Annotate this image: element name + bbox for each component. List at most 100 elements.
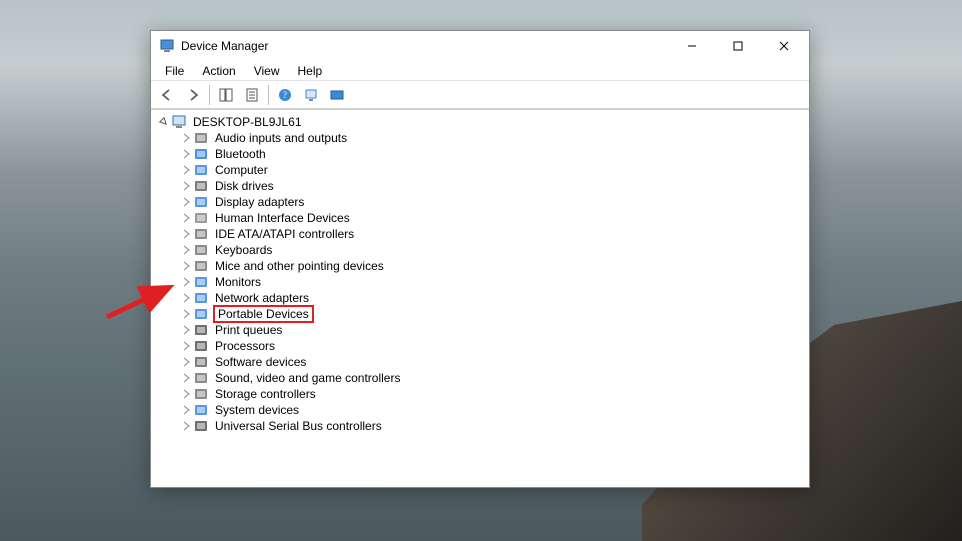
expand-icon[interactable]	[179, 195, 193, 209]
tree-item[interactable]: Processors	[175, 338, 809, 354]
tree-item[interactable]: Storage controllers	[175, 386, 809, 402]
device-category-label[interactable]: Network adapters	[213, 291, 311, 305]
device-category-icon	[193, 162, 209, 178]
device-category-icon	[193, 418, 209, 434]
tree-item[interactable]: Portable Devices	[175, 306, 809, 322]
device-category-icon	[193, 322, 209, 338]
tree-item[interactable]: Monitors	[175, 274, 809, 290]
device-category-label[interactable]: Keyboards	[213, 243, 274, 257]
device-category-label[interactable]: Bluetooth	[213, 147, 268, 161]
device-category-label[interactable]: Disk drives	[213, 179, 276, 193]
device-category-icon	[193, 290, 209, 306]
expand-icon[interactable]	[179, 355, 193, 369]
device-category-label[interactable]: Mice and other pointing devices	[213, 259, 386, 273]
device-category-label[interactable]: Processors	[213, 339, 277, 353]
expand-icon[interactable]	[179, 323, 193, 337]
titlebar: Device Manager	[151, 31, 809, 61]
tree-item[interactable]: IDE ATA/ATAPI controllers	[175, 226, 809, 242]
tree-item[interactable]: Universal Serial Bus controllers	[175, 418, 809, 434]
device-category-icon	[193, 130, 209, 146]
device-tree[interactable]: DESKTOP-BL9JL61 Audio inputs and outputs…	[151, 109, 809, 487]
expand-icon[interactable]	[179, 339, 193, 353]
expand-icon[interactable]	[179, 419, 193, 433]
computer-icon	[171, 114, 187, 130]
device-category-icon	[193, 242, 209, 258]
device-category-label[interactable]: Storage controllers	[213, 387, 318, 401]
device-category-label[interactable]: Monitors	[213, 275, 263, 289]
scan-hardware-button[interactable]	[299, 84, 323, 106]
expand-icon[interactable]	[179, 243, 193, 257]
device-category-label[interactable]: Human Interface Devices	[213, 211, 352, 225]
menu-file[interactable]: File	[157, 62, 192, 80]
expand-icon[interactable]	[179, 163, 193, 177]
toolbar-separator	[209, 85, 210, 105]
expand-icon[interactable]	[179, 211, 193, 225]
help-button[interactable]: ?	[273, 84, 297, 106]
tree-item[interactable]: Network adapters	[175, 290, 809, 306]
device-category-label[interactable]: Universal Serial Bus controllers	[213, 419, 384, 433]
device-category-label[interactable]: IDE ATA/ATAPI controllers	[213, 227, 356, 241]
expand-icon[interactable]	[179, 275, 193, 289]
expand-icon[interactable]	[179, 387, 193, 401]
app-icon	[159, 38, 175, 54]
expand-icon[interactable]	[179, 131, 193, 145]
device-category-icon	[193, 146, 209, 162]
tree-item[interactable]: Print queues	[175, 322, 809, 338]
device-category-label[interactable]: Audio inputs and outputs	[213, 131, 349, 145]
tree-item[interactable]: Keyboards	[175, 242, 809, 258]
device-category-label[interactable]: Sound, video and game controllers	[213, 371, 402, 385]
root-label[interactable]: DESKTOP-BL9JL61	[191, 115, 304, 129]
expand-icon[interactable]	[179, 227, 193, 241]
device-category-label[interactable]: Portable Devices	[213, 305, 314, 323]
tree-item[interactable]: Sound, video and game controllers	[175, 370, 809, 386]
tree-item[interactable]: Mice and other pointing devices	[175, 258, 809, 274]
menu-action[interactable]: Action	[194, 62, 243, 80]
tree-item[interactable]: Software devices	[175, 354, 809, 370]
device-category-label[interactable]: Software devices	[213, 355, 308, 369]
menu-help[interactable]: Help	[290, 62, 331, 80]
expand-icon[interactable]	[179, 147, 193, 161]
expand-icon[interactable]	[179, 259, 193, 273]
expand-icon[interactable]	[179, 307, 193, 321]
tree-item[interactable]: Disk drives	[175, 178, 809, 194]
tree-item[interactable]: Computer	[175, 162, 809, 178]
expand-icon[interactable]	[179, 403, 193, 417]
svg-text:?: ?	[283, 90, 287, 100]
device-category-icon	[193, 226, 209, 242]
tree-item[interactable]: Bluetooth	[175, 146, 809, 162]
device-category-icon	[193, 274, 209, 290]
forward-button[interactable]	[181, 84, 205, 106]
minimize-button[interactable]	[669, 31, 715, 61]
device-category-icon	[193, 338, 209, 354]
tree-item[interactable]: System devices	[175, 402, 809, 418]
menu-view[interactable]: View	[246, 62, 288, 80]
expand-icon[interactable]	[179, 179, 193, 193]
device-category-icon	[193, 354, 209, 370]
device-category-icon	[193, 370, 209, 386]
back-button[interactable]	[155, 84, 179, 106]
toolbar-separator	[268, 85, 269, 105]
device-category-label[interactable]: Print queues	[213, 323, 284, 337]
properties-button[interactable]	[240, 84, 264, 106]
device-category-label[interactable]: Display adapters	[213, 195, 306, 209]
device-manager-window: Device Manager File Action View Help	[150, 30, 810, 488]
devices-button[interactable]	[325, 84, 349, 106]
show-hide-tree-button[interactable]	[214, 84, 238, 106]
tree-item[interactable]: Display adapters	[175, 194, 809, 210]
device-category-label[interactable]: Computer	[213, 163, 270, 177]
device-category-icon	[193, 210, 209, 226]
device-category-icon	[193, 258, 209, 274]
device-category-icon	[193, 386, 209, 402]
collapse-icon[interactable]	[157, 115, 171, 129]
expand-icon[interactable]	[179, 291, 193, 305]
tree-root-node[interactable]: DESKTOP-BL9JL61	[157, 114, 809, 130]
close-button[interactable]	[761, 31, 807, 61]
tree-item[interactable]: Audio inputs and outputs	[175, 130, 809, 146]
device-category-icon	[193, 306, 209, 322]
maximize-button[interactable]	[715, 31, 761, 61]
device-category-icon	[193, 194, 209, 210]
window-title: Device Manager	[181, 39, 669, 53]
device-category-label[interactable]: System devices	[213, 403, 301, 417]
tree-item[interactable]: Human Interface Devices	[175, 210, 809, 226]
expand-icon[interactable]	[179, 371, 193, 385]
